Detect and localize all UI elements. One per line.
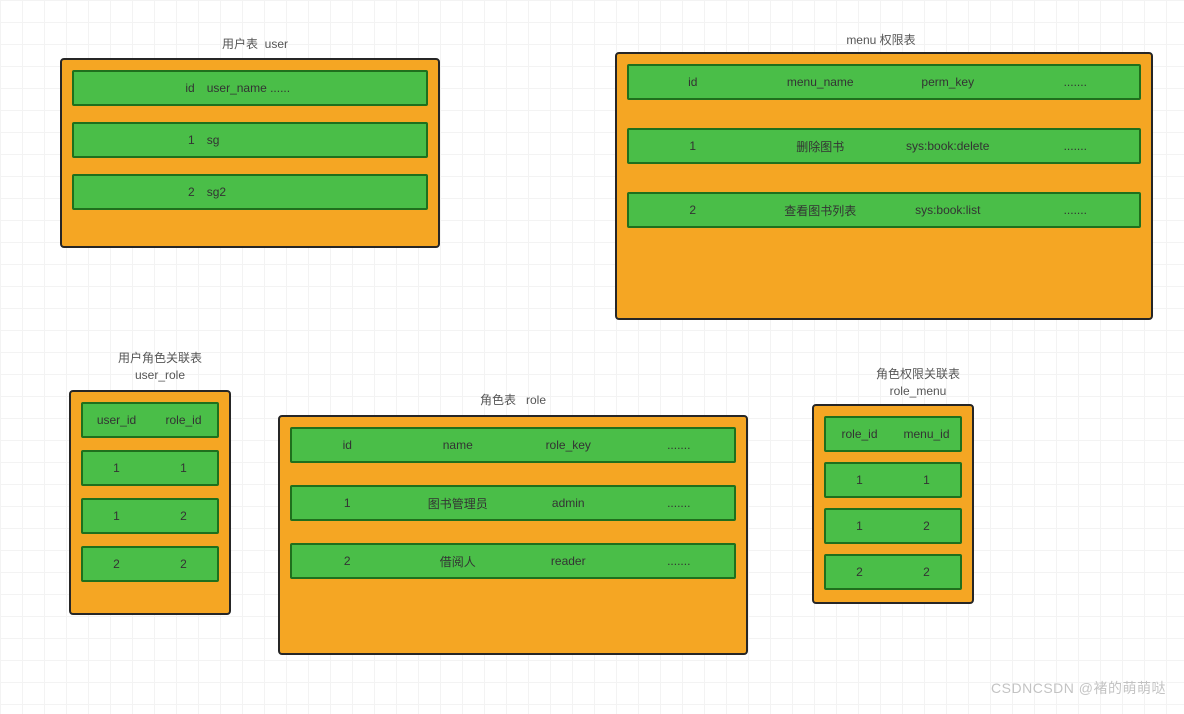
table-row: role_id menu_id (824, 416, 962, 452)
cell: role_id (150, 413, 217, 427)
cell: 1 (893, 473, 960, 487)
role-table: id name role_key ....... 1 图书管理员 admin .… (278, 415, 748, 655)
cell: role_key (513, 438, 624, 452)
table-row: 2 2 (81, 546, 219, 582)
cell: 1 (629, 139, 757, 153)
cell: ....... (1012, 139, 1140, 153)
cell: 1 (150, 461, 217, 475)
cell: 2 (893, 519, 960, 533)
user-role-table: user_id role_id 1 1 1 2 2 2 (69, 390, 231, 615)
table-row: 1 sg (72, 122, 428, 158)
cell: role_id (826, 427, 893, 441)
cell: admin (513, 496, 624, 510)
menu-table: id menu_name perm_key ....... 1 删除图书 sys… (615, 52, 1153, 320)
table-row: id user_name ...... (72, 70, 428, 106)
cell: 2 (83, 557, 150, 571)
table-row: 1 2 (824, 508, 962, 544)
menu-table-title: menu 权限表 (806, 32, 956, 49)
cell: 1 (826, 473, 893, 487)
cell: 1 (83, 509, 150, 523)
cell: 删除图书 (757, 138, 885, 155)
user-table: id user_name ...... 1 sg 2 sg2 (60, 58, 440, 248)
cell: 1 (83, 461, 150, 475)
user-table-title: 用户表 user (180, 36, 330, 53)
cell: sg2 (201, 185, 426, 199)
table-row: 1 1 (81, 450, 219, 486)
cell: perm_key (884, 75, 1012, 89)
table-row: 2 借阅人 reader ....... (290, 543, 736, 579)
cell: 1 (826, 519, 893, 533)
cell: ....... (624, 438, 735, 452)
cell: id (629, 75, 757, 89)
watermark: CSDNCSDN @褚的萌萌哒 (991, 678, 1166, 698)
cell: 2 (150, 509, 217, 523)
role-menu-table-title: 角色权限关联表 role_menu (848, 366, 988, 400)
cell: ....... (1012, 75, 1140, 89)
cell: menu_id (893, 427, 960, 441)
cell: name (403, 438, 514, 452)
table-row: 1 1 (824, 462, 962, 498)
cell: 查看图书列表 (757, 202, 885, 219)
table-row: 1 图书管理员 admin ....... (290, 485, 736, 521)
role-menu-table: role_id menu_id 1 1 1 2 2 2 (812, 404, 974, 604)
cell: user_id (83, 413, 150, 427)
cell: sys:book:list (884, 203, 1012, 217)
table-row: 1 删除图书 sys:book:delete ....... (627, 128, 1141, 164)
cell: reader (513, 554, 624, 568)
cell: 图书管理员 (403, 495, 514, 512)
role-table-title: 角色表 role (438, 392, 588, 409)
table-row: id name role_key ....... (290, 427, 736, 463)
cell: sg (201, 133, 426, 147)
cell: 1 (292, 496, 403, 510)
cell: 2 (893, 565, 960, 579)
cell: id (292, 438, 403, 452)
cell: 2 (292, 554, 403, 568)
cell: user_name ...... (201, 81, 426, 95)
cell: 借阅人 (403, 553, 514, 570)
table-row: 1 2 (81, 498, 219, 534)
user-role-table-title: 用户角色关联表 user_role (90, 350, 230, 384)
table-row: 2 sg2 (72, 174, 428, 210)
table-row: 2 2 (824, 554, 962, 590)
cell: ....... (1012, 203, 1140, 217)
cell: ....... (624, 496, 735, 510)
cell: menu_name (757, 75, 885, 89)
table-row: user_id role_id (81, 402, 219, 438)
cell: 1 (74, 133, 201, 147)
cell: 2 (74, 185, 201, 199)
table-row: id menu_name perm_key ....... (627, 64, 1141, 100)
cell: sys:book:delete (884, 139, 1012, 153)
table-row: 2 查看图书列表 sys:book:list ....... (627, 192, 1141, 228)
cell: id (74, 81, 201, 95)
cell: ....... (624, 554, 735, 568)
cell: 2 (826, 565, 893, 579)
cell: 2 (150, 557, 217, 571)
cell: 2 (629, 203, 757, 217)
